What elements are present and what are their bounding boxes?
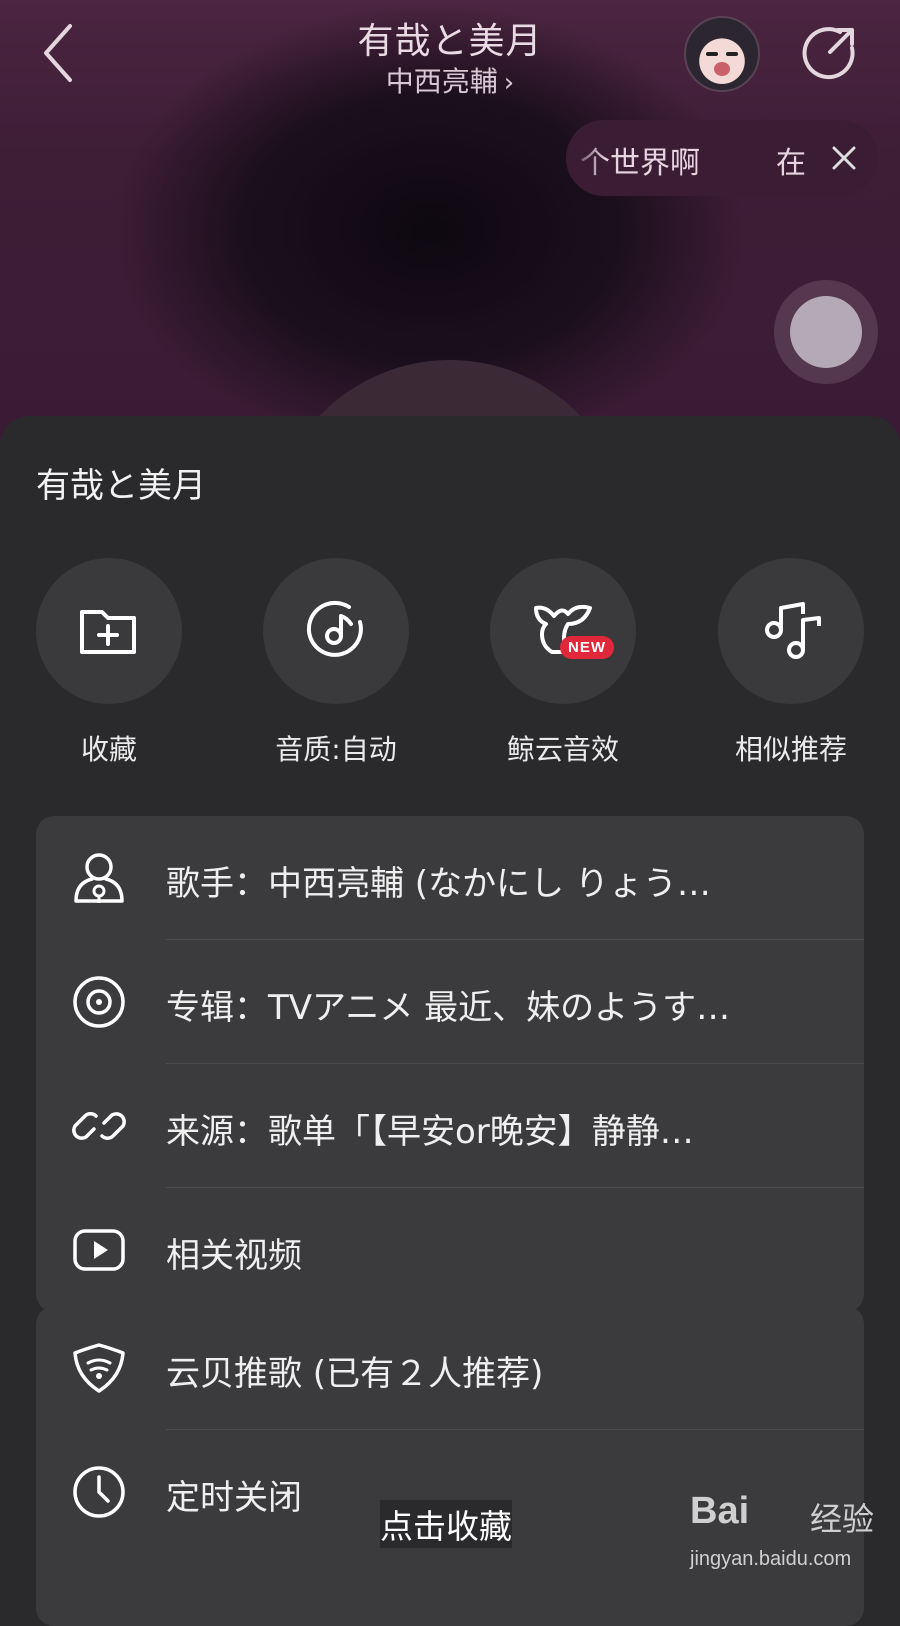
- player-top-bar: 有哉と美月 中西亮輔 ›: [0, 0, 900, 100]
- annotation-label: 点击收藏: [380, 1500, 512, 1548]
- related-video-label: 相关视频: [166, 1236, 302, 1276]
- collect-label: 收藏: [80, 733, 137, 766]
- artist-name: 中西亮輔: [385, 65, 498, 98]
- source-row[interactable]: 来源：歌单「【早安or晚安】静静…: [36, 1064, 864, 1188]
- floating-assist-ball[interactable]: [774, 280, 878, 384]
- yunbei-icon: [73, 1343, 125, 1393]
- lyric-next: 在: [776, 146, 806, 181]
- watermark-url: jingyan.baidu.com: [690, 1548, 852, 1570]
- artist-row[interactable]: 歌手：中西亮輔 (なかにし りょう…: [36, 816, 864, 940]
- chevron-right-icon: ›: [503, 68, 515, 98]
- sheet-title: 有哉と美月: [36, 466, 206, 506]
- artist-link[interactable]: 中西亮輔 ›: [0, 60, 900, 100]
- similar-recommend-button[interactable]: 相似推荐: [718, 558, 864, 768]
- folder-add-icon: [80, 610, 136, 654]
- new-badge: NEW: [560, 636, 614, 659]
- song-info-card: 歌手：中西亮輔 (なかにし りょう… 专辑：TVアニメ 最近、妹のようす… 来源…: [36, 816, 864, 1312]
- share-icon[interactable]: [800, 22, 860, 82]
- album-disc-icon: [73, 976, 125, 1028]
- artist-row-label: 歌手：中西亮輔 (なかにし りょう…: [166, 864, 711, 904]
- sound-quality-button[interactable]: 音质:自动: [263, 558, 409, 768]
- sound-quality-label: 音质:自动: [275, 733, 397, 766]
- related-video-row[interactable]: 相关视频: [36, 1188, 864, 1312]
- watermark-cn: 经验: [810, 1500, 875, 1538]
- yunbei-recommend-label: 云贝推歌 (已有２人推荐): [166, 1354, 544, 1394]
- collect-button[interactable]: 收藏: [36, 558, 182, 768]
- link-icon: [72, 1112, 126, 1140]
- lyric-bubble[interactable]: 个世界啊 在: [566, 120, 878, 196]
- yunbei-recommend-row[interactable]: 云贝推歌 (已有２人推荐): [36, 1306, 864, 1430]
- watermark-brand: Bai: [690, 1490, 750, 1532]
- clock-icon: [73, 1466, 125, 1518]
- avatar[interactable]: [684, 16, 760, 92]
- music-notes-icon: [765, 602, 821, 659]
- music-disc-icon: [306, 600, 363, 657]
- song-title: 有哉と美月: [357, 21, 543, 62]
- similar-recommend-label: 相似推荐: [734, 733, 847, 766]
- album-row-label: 专辑：TVアニメ 最近、妹のようす…: [166, 988, 731, 1028]
- album-row[interactable]: 专辑：TVアニメ 最近、妹のようす…: [36, 940, 864, 1064]
- source-row-label: 来源：歌单「【早安or晚安】静静…: [166, 1112, 694, 1152]
- sleep-timer-label: 定时关闭: [166, 1478, 302, 1518]
- baidu-watermark: Bai 经验 jingyan.baidu.com: [690, 1490, 890, 1600]
- whale-sound-effect-button[interactable]: NEW 鲸云音效: [490, 558, 636, 768]
- play-video-icon: [73, 1229, 125, 1271]
- close-icon[interactable]: [824, 138, 864, 178]
- song-menu-sheet: 有哉と美月 收藏 音质:自动 NEW 鲸云音效 相似推荐 歌手：中西亮輔 (なか…: [0, 416, 900, 1626]
- person-icon: [74, 853, 124, 903]
- whale-sound-effect-label: 鲸云音效: [506, 733, 619, 766]
